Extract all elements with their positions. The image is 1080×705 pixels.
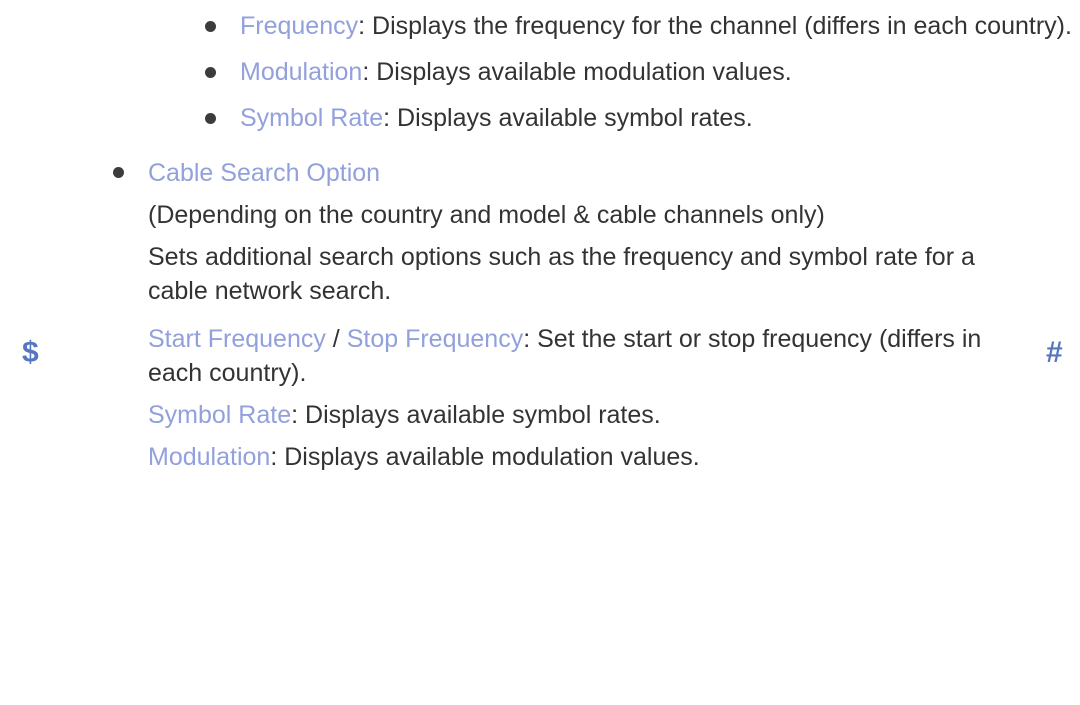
option-separator: :	[523, 325, 538, 353]
option-modulation: Modulation: Displays available modulatio…	[148, 440, 1080, 474]
bullet-icon	[205, 67, 216, 78]
section-cable-search-option: Cable Search Option (Depending on the co…	[0, 156, 1080, 474]
option-term: Symbol Rate	[240, 104, 384, 132]
option-separator: :	[291, 401, 306, 429]
option-description: Displays available symbol rates.	[397, 104, 753, 132]
bullet-icon	[113, 167, 124, 178]
list-item: Symbol Rate: Displays available symbol r…	[0, 102, 1080, 135]
option-term-symbol-rate: Symbol Rate	[148, 401, 292, 429]
bullet-icon	[205, 113, 216, 124]
list-item: Frequency: Displays the frequency for th…	[0, 10, 1080, 43]
option-term: Frequency	[240, 12, 359, 40]
option-symbol-rate: Symbol Rate: Displays available symbol r…	[148, 398, 1080, 432]
option-description: Displays available modulation values.	[376, 58, 792, 86]
option-separator: :	[383, 104, 398, 132]
option-term: Modulation	[240, 58, 363, 86]
manual-page: $ # Frequency: Displays the frequency fo…	[0, 0, 1080, 705]
option-separator: :	[358, 12, 373, 40]
option-term-modulation: Modulation	[148, 443, 271, 471]
option-separator: :	[270, 443, 285, 471]
term-divider: /	[325, 325, 347, 353]
option-description: Displays available symbol rates.	[305, 401, 661, 429]
list-item: Modulation: Displays available modulatio…	[0, 56, 1080, 89]
option-separator: :	[362, 58, 377, 86]
option-term-start-frequency: Start Frequency	[148, 325, 326, 353]
bullet-icon	[205, 21, 216, 32]
option-description: Displays available modulation values.	[284, 443, 700, 471]
section-heading: Cable Search Option	[148, 159, 381, 187]
manual-content: Frequency: Displays the frequency for th…	[0, 0, 1080, 474]
section-description: Sets additional search options such as t…	[148, 243, 975, 305]
section-note: (Depending on the country and model & ca…	[148, 201, 825, 229]
option-start-stop-frequency: Start Frequency / Stop Frequency: Set th…	[148, 322, 1080, 390]
option-term-stop-frequency: Stop Frequency	[346, 325, 524, 353]
sub-bullet-list: Frequency: Displays the frequency for th…	[0, 10, 1080, 135]
option-description: Displays the frequency for the channel (…	[372, 12, 1072, 40]
